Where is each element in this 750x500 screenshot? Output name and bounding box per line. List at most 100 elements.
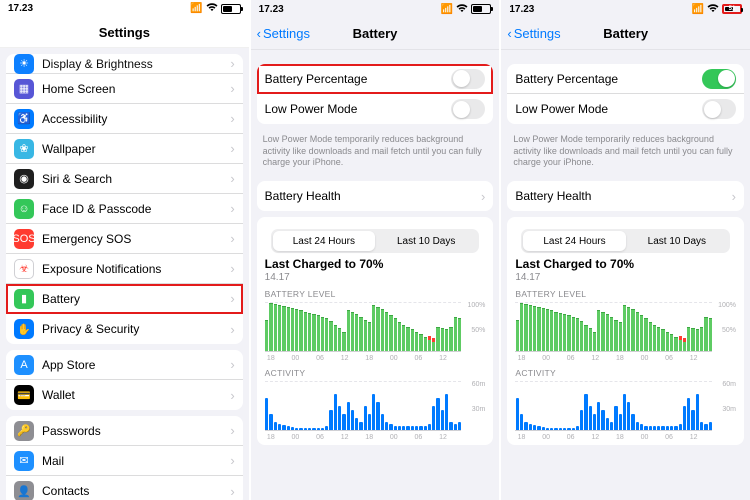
row-label: Home Screen [42, 82, 230, 96]
activity-chart: 60m30m1800061218000612 [515, 381, 736, 441]
status-time: 17.23 [259, 4, 284, 15]
row-battery-percentage[interactable]: Battery Percentage [257, 64, 494, 94]
battery-level-label: BATTERY LEVEL [515, 289, 736, 299]
battery-percentage-switch[interactable] [451, 69, 485, 89]
page-title: Settings [0, 25, 249, 40]
back-label: Settings [263, 26, 310, 41]
chevron-right-icon: › [732, 189, 736, 204]
usage-card: Last 24 Hours Last 10 Days Last Charged … [507, 217, 744, 445]
battery-content[interactable]: Battery Percentage Low Power Mode Low Po… [251, 50, 500, 500]
settings-row[interactable]: ✉Mail› [6, 446, 243, 476]
settings-group-accounts: 🔑 Passwords› ✉Mail›👤Contacts› [6, 416, 243, 500]
chevron-right-icon: › [230, 423, 234, 438]
row-battery-health[interactable]: Battery Health › [507, 181, 744, 211]
battery-health-group: Battery Health › [507, 181, 744, 211]
row-low-power[interactable]: Low Power Mode [507, 94, 744, 124]
chevron-right-icon: › [230, 111, 234, 126]
chevron-right-icon: › [230, 388, 234, 403]
status-bar: 17.23 📶 [0, 0, 249, 17]
wifi-icon [707, 3, 719, 16]
passwords-icon: 🔑 [14, 421, 34, 441]
settings-group-store: AApp Store›💳Wallet› [6, 350, 243, 410]
settings-row[interactable]: ♿ Accessibility› [6, 104, 243, 134]
settings-row[interactable]: 👤Contacts› [6, 476, 243, 500]
tab-last-24h[interactable]: Last 24 Hours [523, 231, 625, 251]
battery-level-chart: 100%50%1800061218000612 [515, 302, 736, 362]
battery-percentage-label: Battery Percentage [515, 72, 702, 86]
battery-icon [471, 4, 491, 14]
row-label: Passwords [42, 424, 230, 438]
row-label: Display & Brightness [42, 57, 230, 71]
battery-health-group: Battery Health › [257, 181, 494, 211]
settings-row[interactable]: ✋Privacy & Security› [6, 314, 243, 344]
chevron-right-icon: › [230, 261, 234, 276]
battery-health-label: Battery Health [515, 189, 731, 203]
exposure-icon: ☣ [14, 259, 34, 279]
appstore-icon: A [14, 355, 34, 375]
sos-icon: SOS [14, 229, 34, 249]
row-battery-percentage[interactable]: Battery Percentage [507, 64, 744, 94]
battery-health-label: Battery Health [265, 189, 481, 203]
status-time: 17.23 [8, 3, 33, 14]
row-battery-health[interactable]: Battery Health › [257, 181, 494, 211]
tab-last-10d[interactable]: Last 10 Days [375, 231, 477, 251]
tab-last-24h[interactable]: Last 24 Hours [273, 231, 375, 251]
status-time: 17.23 [509, 4, 534, 15]
last-charged-title: Last Charged to 70% [515, 257, 736, 271]
settings-row[interactable]: 🔑 Passwords› [6, 416, 243, 446]
tab-last-10d[interactable]: Last 10 Days [626, 231, 728, 251]
siri-icon: ◉ [14, 169, 34, 189]
settings-row[interactable]: ▦Home Screen› [6, 74, 243, 104]
time-range-segmented[interactable]: Last 24 Hours Last 10 Days [271, 229, 480, 253]
row-label: Mail [42, 454, 230, 468]
status-right: 📶 [441, 3, 491, 16]
chevron-right-icon: › [230, 171, 234, 186]
screen-battery-on: 17.23 📶 51 ‹ Settings Battery Battery Pe… [501, 0, 750, 500]
row-low-power[interactable]: Low Power Mode [257, 94, 494, 124]
nav-bar: ‹ Settings Battery [251, 18, 500, 50]
settings-list[interactable]: ☀Display & Brightness›▦Home Screen› ♿ Acce… [0, 48, 249, 500]
nav-bar: Settings [0, 17, 249, 48]
usage-card: Last 24 Hours Last 10 Days Last Charged … [257, 217, 494, 445]
faceid-icon: ☺ [14, 199, 34, 219]
accessibility-icon: ♿ [14, 109, 34, 129]
settings-row[interactable]: SOSEmergency SOS› [6, 224, 243, 254]
row-label: App Store [42, 358, 230, 372]
battery-content[interactable]: Battery Percentage Low Power Mode Low Po… [501, 50, 750, 500]
last-charged-time: 14.17 [265, 272, 486, 283]
contacts-icon: 👤 [14, 481, 34, 500]
low-power-switch[interactable] [702, 99, 736, 119]
battery-level-label: BATTERY LEVEL [265, 289, 486, 299]
row-label: Privacy & Security [42, 322, 230, 336]
settings-row[interactable]: ❀Wallpaper› [6, 134, 243, 164]
low-power-switch[interactable] [451, 99, 485, 119]
low-power-note: Low Power Mode temporarily reduces backg… [501, 130, 750, 175]
status-bar: 17.23 📶 [251, 0, 500, 18]
chevron-right-icon: › [230, 291, 234, 306]
settings-row[interactable]: ☣Exposure Notifications› [6, 254, 243, 284]
chevron-right-icon: › [230, 357, 234, 372]
chevron-right-icon: › [230, 322, 234, 337]
settings-row[interactable]: ◉Siri & Search› [6, 164, 243, 194]
back-button[interactable]: ‹ Settings [507, 26, 560, 41]
chevron-right-icon: › [481, 189, 485, 204]
row-label: Face ID & Passcode [42, 202, 230, 216]
screen-battery-off: 17.23 📶 ‹ Settings Battery Battery Perce… [251, 0, 500, 500]
battery-percent-text: 51 [729, 6, 736, 12]
status-bar: 17.23 📶 51 [501, 0, 750, 18]
chevron-right-icon: › [230, 56, 234, 71]
settings-row[interactable]: ☀Display & Brightness› [6, 54, 243, 74]
low-power-label: Low Power Mode [265, 102, 452, 116]
row-label: Accessibility [42, 112, 230, 126]
battery-icon: ▮ [14, 289, 34, 309]
chevron-right-icon: › [230, 201, 234, 216]
settings-row[interactable]: ☺ Face ID & Passcode› [6, 194, 243, 224]
settings-row[interactable]: A App Store› [6, 350, 243, 380]
settings-row[interactable]: 💳Wallet› [6, 380, 243, 410]
settings-row[interactable]: ▮Battery› [6, 284, 243, 314]
activity-chart: 60m30m1800061218000612 [265, 381, 486, 441]
screen-settings: 17.23 📶 Settings ☀Display & Brightness›▦… [0, 0, 249, 500]
time-range-segmented[interactable]: Last 24 Hours Last 10 Days [521, 229, 730, 253]
back-button[interactable]: ‹ Settings [257, 26, 310, 41]
battery-percentage-switch[interactable] [702, 69, 736, 89]
